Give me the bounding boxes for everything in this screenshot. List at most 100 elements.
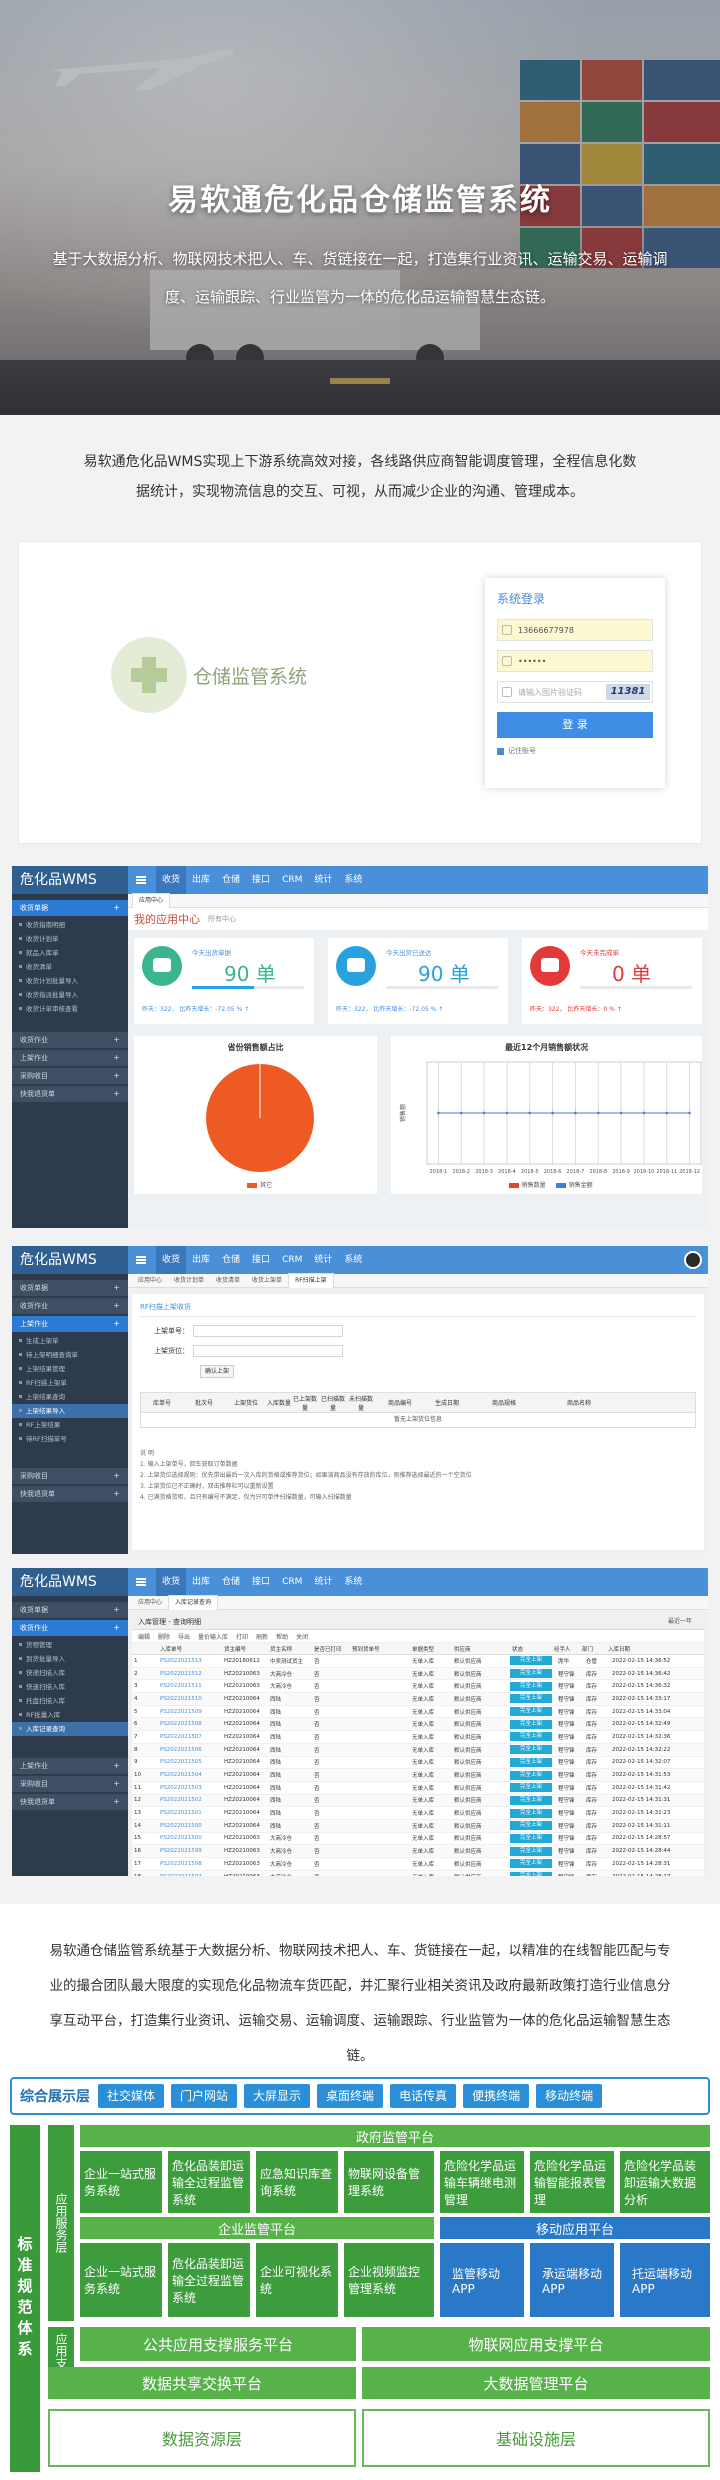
sidebar-item[interactable]: 收货指派批量导入 xyxy=(12,988,128,1002)
nav-receive[interactable]: 收货 xyxy=(156,1246,187,1274)
remember-checkbox[interactable]: 记住账号 xyxy=(497,746,653,756)
sidebar-item[interactable]: 收货计单审核查看 xyxy=(12,1002,128,1016)
tab-app-center[interactable]: 应用中心 xyxy=(132,893,171,908)
sidebar-item[interactable]: 待上架明细查询单 xyxy=(12,1348,128,1362)
nav-storage[interactable]: 仓储 xyxy=(216,866,246,894)
sidebar-group[interactable]: 采购收目 xyxy=(12,1776,128,1792)
sidebar-item[interactable]: 收货清单 xyxy=(12,960,128,974)
nav-crm[interactable]: CRM xyxy=(276,866,308,894)
sidebar-item[interactable]: RF批量入库 xyxy=(12,1708,128,1722)
sidebar-group-head[interactable]: 收货单据 xyxy=(12,1280,128,1296)
edit-button[interactable]: 编辑 xyxy=(138,1632,150,1641)
nav-storage[interactable]: 仓储 xyxy=(216,1246,246,1274)
sidebar-group-head[interactable]: 收货单据 xyxy=(12,900,128,916)
inbound-order-link[interactable]: PS2022021507 xyxy=(158,1734,222,1740)
nav-system[interactable]: 系统 xyxy=(338,1246,368,1274)
date-range-select[interactable]: 最近一年 xyxy=(668,1614,692,1630)
sidebar-item[interactable]: RF扫描上架单 xyxy=(12,1376,128,1390)
table-row[interactable]: 16 PS2022021599 HZ20210063 大商冷仓 否 无单入库 默认供应商 完全… xyxy=(132,1845,704,1858)
tab-active[interactable]: 入库记录查询 xyxy=(168,1595,219,1610)
sidebar-group-head[interactable]: 收货单据 xyxy=(12,1602,128,1618)
shelf-location-input[interactable] xyxy=(193,1345,343,1357)
sidebar-group-head[interactable]: 收货作业 xyxy=(12,1620,128,1636)
table-row[interactable]: 7 PS2022021507 HZ20210064 西陆 否 无单入库 默认供应商 完全上架程… xyxy=(132,1731,704,1744)
nav-outbound[interactable]: 出库 xyxy=(186,1568,216,1596)
export-button[interactable]: 导出 xyxy=(178,1632,190,1641)
inbound-order-link[interactable]: PS2022021508 xyxy=(158,1721,222,1727)
inbound-order-link[interactable]: PS2022021509 xyxy=(158,1709,222,1715)
sidebar-item[interactable]: 快速扫描入库 xyxy=(12,1680,128,1694)
nav-crm[interactable]: CRM xyxy=(276,1568,308,1596)
nav-interface[interactable]: 接口 xyxy=(246,866,276,894)
tab[interactable]: 应用中心 xyxy=(132,1596,168,1610)
avatar[interactable] xyxy=(684,1251,702,1269)
table-row[interactable]: 11 PS2022021503 HZ20210064 西陆 否 无单入库 默认供应商 完全上架… xyxy=(132,1782,704,1795)
menu-icon[interactable] xyxy=(136,1578,146,1586)
table-row[interactable]: 18PS2022021597HZ20210063大商冷仓否 无单入库默认供应商完全… xyxy=(132,1870,704,1876)
nav-outbound[interactable]: 出库 xyxy=(186,1246,216,1274)
table-row[interactable]: 4 PS2022021510 HZ20210064 西陆 否 无单入库 默认供应商 完全上架程… xyxy=(132,1693,704,1706)
inbound-order-link[interactable]: PS2022021503 xyxy=(158,1785,222,1791)
inbound-order-link[interactable]: PS2022021504 xyxy=(158,1772,222,1778)
sidebar-item[interactable]: 到货批量导入 xyxy=(12,1652,128,1666)
inbound-order-link[interactable]: PS2022021512 xyxy=(158,1671,222,1677)
inbound-order-link[interactable]: PS2022021511 xyxy=(158,1683,222,1689)
menu-icon[interactable] xyxy=(136,1256,146,1264)
table-row[interactable]: 1 PS2022021513 HZ20180612 中奖测试货主 否 无单入库 默认供应商 完… xyxy=(132,1655,704,1668)
help-button[interactable]: 帮助 xyxy=(276,1632,288,1641)
table-row[interactable]: 13 PS2022021501 HZ20210064 西陆 否 无单入库 默认供应商 完全上架… xyxy=(132,1807,704,1820)
table-row[interactable]: 8 PS2022021506 HZ20210064 西陆 否 无单入库 默认供应商 完全上架程… xyxy=(132,1743,704,1757)
inbound-order-link[interactable]: PS2022021505 xyxy=(158,1759,222,1765)
tab-active[interactable]: RF扫描上架 xyxy=(288,1273,334,1288)
sidebar-item[interactable]: 货物管理 xyxy=(12,1638,128,1652)
sidebar-item[interactable]: 待RF扫描单号 xyxy=(12,1432,128,1446)
nav-system[interactable]: 系统 xyxy=(338,866,368,894)
inbound-order-link[interactable]: PS2022021598 xyxy=(158,1861,222,1867)
breadcrumb-sub[interactable]: 所有中心 xyxy=(208,914,236,924)
sidebar-item[interactable]: 生成上架单 xyxy=(12,1334,128,1348)
sidebar-group[interactable]: 快我退货单 xyxy=(12,1086,128,1102)
login-button[interactable]: 登 录 xyxy=(497,712,653,738)
sidebar-item[interactable]: 上架结果管理 xyxy=(12,1362,128,1376)
table-row[interactable]: 6 PS2022021508 HZ20210064 西陆 否 无单入库 默认供应商 完全上架程… xyxy=(132,1718,704,1732)
sidebar-group[interactable]: 快我退货单 xyxy=(12,1794,128,1810)
delete-button[interactable]: 删除 xyxy=(158,1632,170,1641)
inbound-order-link[interactable]: PS2022021502 xyxy=(158,1797,222,1803)
nav-system[interactable]: 系统 xyxy=(338,1568,368,1596)
sidebar-group-head[interactable]: 收货作业 xyxy=(12,1298,128,1314)
sidebar-item[interactable]: 收货指南明细 xyxy=(12,918,128,932)
sidebar-item[interactable]: 收货计划批量导入 xyxy=(12,974,128,988)
menu-icon[interactable] xyxy=(136,876,146,884)
shelf-order-input[interactable] xyxy=(193,1325,343,1337)
batch-input-button[interactable]: 量价输入库 xyxy=(198,1632,228,1641)
sidebar-item[interactable]: 就品入库单 xyxy=(12,946,128,960)
inbound-order-link[interactable]: PS2022021510 xyxy=(158,1696,222,1702)
sidebar-item[interactable]: 收货计划单 xyxy=(12,932,128,946)
confirm-shelving-button[interactable]: 确认上架 xyxy=(200,1365,234,1378)
nav-receive[interactable]: 收货 xyxy=(156,1568,187,1596)
print-button[interactable]: 打印 xyxy=(236,1632,248,1641)
table-row[interactable]: 17 PS2022021598 HZ20210063 大商冷仓 否 无单入库 默认供应商 完全… xyxy=(132,1858,704,1871)
password-field[interactable]: •••••• xyxy=(497,650,653,672)
nav-interface[interactable]: 接口 xyxy=(246,1246,276,1274)
inbound-order-link[interactable]: PS2022021500 xyxy=(158,1823,222,1829)
nav-stats[interactable]: 统计 xyxy=(308,1568,338,1596)
tab[interactable]: 收货清单 xyxy=(210,1274,246,1288)
nav-storage[interactable]: 仓储 xyxy=(216,1568,246,1596)
inbound-order-link[interactable]: PS2022021501 xyxy=(158,1810,222,1816)
sidebar-group[interactable]: 快我退货单 xyxy=(12,1486,128,1502)
sidebar-group[interactable]: 收货作业 xyxy=(12,1032,128,1048)
sidebar-group-head[interactable]: 上架作业 xyxy=(12,1316,128,1332)
table-row[interactable]: 12 PS2022021502 HZ20210064 西陆 否 无单入库 默认供应商 完全上架… xyxy=(132,1794,704,1808)
sidebar-item[interactable]: 托盘扫描入库 xyxy=(12,1694,128,1708)
table-row[interactable]: 10 PS2022021504 HZ20210064 西陆 否 无单入库 默认供应商 完全上架… xyxy=(132,1769,704,1782)
tab[interactable]: 收货上架单 xyxy=(246,1274,288,1288)
brand-logo[interactable]: 危化品WMS xyxy=(12,1246,128,1274)
captcha-field[interactable]: 请输入图片验证码 11381 xyxy=(497,681,653,703)
nav-interface[interactable]: 接口 xyxy=(246,1568,276,1596)
nav-stats[interactable]: 统计 xyxy=(308,1246,338,1274)
inbound-order-link[interactable]: PS2022021500 xyxy=(158,1835,222,1841)
nav-outbound[interactable]: 出库 xyxy=(186,866,216,894)
table-row[interactable]: 14 PS2022021500 HZ20210064 西陆 否 无单入库 默认供应商 完全上架… xyxy=(132,1819,704,1833)
inbound-order-link[interactable]: PS2022021599 xyxy=(158,1848,222,1854)
